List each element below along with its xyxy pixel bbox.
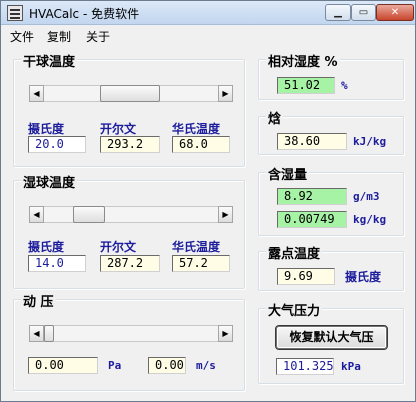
window-title: HVACalc - 免费软件	[29, 7, 140, 21]
atmospheric-pressure-group: 大气压力 恢复默认大气压 101.325 kPa	[258, 300, 404, 384]
moisture-content-title: 含湿量	[266, 164, 310, 183]
dry-bulb-slider-thumb[interactable]	[100, 85, 160, 102]
menu-bar: 文件 复制 关于	[1, 26, 415, 44]
atmospheric-pressure-field[interactable]: 101.325	[276, 358, 334, 375]
scroll-right-icon[interactable]: ▶	[218, 206, 233, 223]
pa-unit-label: Pa	[108, 359, 122, 372]
enthalpy-group: 焓 38.60 kJ/kg	[258, 108, 404, 155]
enthalpy-unit-label: kJ/kg	[353, 135, 387, 148]
wet-bulb-group: 湿球温度 ◀ ▶ 摄氏度 开尔文 华氏温度 14.0 287.2 57.2	[13, 172, 245, 289]
scroll-left-icon[interactable]: ◀	[29, 206, 44, 223]
moisture-g-field[interactable]: 8.92	[277, 188, 347, 205]
ms-unit-label: m/s	[196, 359, 216, 372]
air-velocity-field[interactable]: 0.00	[148, 357, 186, 374]
dry-bulb-slider[interactable]: ◀ ▶	[29, 85, 233, 102]
menu-copy[interactable]: 复制	[47, 28, 71, 45]
wet-bulb-kelvin-label: 开尔文	[100, 240, 137, 254]
dry-bulb-group: 干球温度 ◀ ▶ 摄氏度 开尔文 华氏温度 20.0 293.2 68.0	[13, 51, 245, 167]
dynamic-pressure-group: 动 压 ◀ ▶ 0.00 Pa 0.00 m/s	[13, 291, 245, 391]
wet-bulb-kelvin-field[interactable]: 287.2	[100, 255, 160, 272]
dry-bulb-celsius-field[interactable]: 20.0	[28, 136, 86, 153]
dew-point-title: 露点温度	[266, 243, 323, 262]
wet-bulb-title: 湿球温度	[21, 172, 78, 191]
scroll-left-icon[interactable]: ◀	[29, 85, 44, 102]
app-window: HVACalc - 免费软件 ▁ ▭ ✕ 文件 复制 关于 干球温度 ◀ ▶ 摄…	[0, 0, 416, 402]
dew-point-field[interactable]: 9.69	[277, 268, 335, 285]
dry-bulb-kelvin-field[interactable]: 293.2	[100, 136, 160, 153]
reset-atmospheric-button[interactable]: 恢复默认大气压	[275, 325, 388, 350]
enthalpy-title: 焓	[266, 108, 284, 127]
enthalpy-field[interactable]: 38.60	[277, 133, 347, 150]
atmospheric-pressure-title: 大气压力	[266, 300, 323, 319]
moisture-kg-field[interactable]: 0.00749	[277, 211, 347, 228]
close-icon: ✕	[390, 7, 400, 18]
maximize-button[interactable]: ▭	[351, 4, 376, 21]
menu-about[interactable]: 关于	[86, 28, 110, 45]
dry-bulb-title: 干球温度	[21, 51, 78, 70]
scroll-left-icon[interactable]: ◀	[29, 325, 44, 342]
relative-humidity-field[interactable]: 51.02	[277, 77, 335, 94]
wet-bulb-fahrenheit-field[interactable]: 57.2	[172, 255, 230, 272]
menu-file[interactable]: 文件	[10, 28, 34, 45]
percent-unit-label: %	[341, 79, 348, 92]
dew-point-unit-label: 摄氏度	[345, 270, 382, 284]
calculator-icon[interactable]	[7, 5, 23, 21]
kpa-unit-label: kPa	[341, 360, 361, 373]
dynamic-pressure-slider-thumb[interactable]	[44, 325, 54, 342]
scroll-right-icon[interactable]: ▶	[218, 85, 233, 102]
scroll-right-icon[interactable]: ▶	[218, 325, 233, 342]
wet-bulb-slider[interactable]: ◀ ▶	[29, 206, 233, 223]
wet-bulb-fahrenheit-label: 华氏温度	[172, 240, 221, 254]
title-bar[interactable]: HVACalc - 免费软件 ▁ ▭ ✕	[1, 1, 415, 25]
kg-per-kg-unit-label: kg/kg	[353, 213, 387, 226]
dew-point-group: 露点温度 9.69 摄氏度	[258, 243, 404, 291]
dry-bulb-celsius-label: 摄氏度	[28, 122, 65, 136]
dry-bulb-kelvin-label: 开尔文	[100, 122, 137, 136]
wet-bulb-celsius-label: 摄氏度	[28, 240, 65, 254]
dynamic-pressure-slider[interactable]: ◀ ▶	[29, 325, 233, 342]
moisture-content-group: 含湿量 8.92 g/m3 0.00749 kg/kg	[258, 164, 404, 236]
minimize-button[interactable]: ▁	[325, 4, 351, 21]
relative-humidity-group: 相对湿度 % 51.02 %	[258, 51, 404, 100]
g-per-m3-unit-label: g/m3	[353, 190, 380, 203]
dry-bulb-fahrenheit-label: 华氏温度	[172, 122, 221, 136]
minimize-icon: ▁	[334, 7, 342, 18]
relative-humidity-title: 相对湿度 %	[266, 51, 340, 70]
close-button[interactable]: ✕	[376, 4, 414, 21]
dynamic-pressure-title: 动 压	[21, 291, 56, 310]
wet-bulb-slider-thumb[interactable]	[73, 206, 105, 223]
dynamic-pressure-pa-field[interactable]: 0.00	[28, 357, 98, 374]
dry-bulb-fahrenheit-field[interactable]: 68.0	[172, 136, 230, 153]
maximize-icon: ▭	[358, 7, 369, 18]
wet-bulb-celsius-field[interactable]: 14.0	[28, 255, 86, 272]
